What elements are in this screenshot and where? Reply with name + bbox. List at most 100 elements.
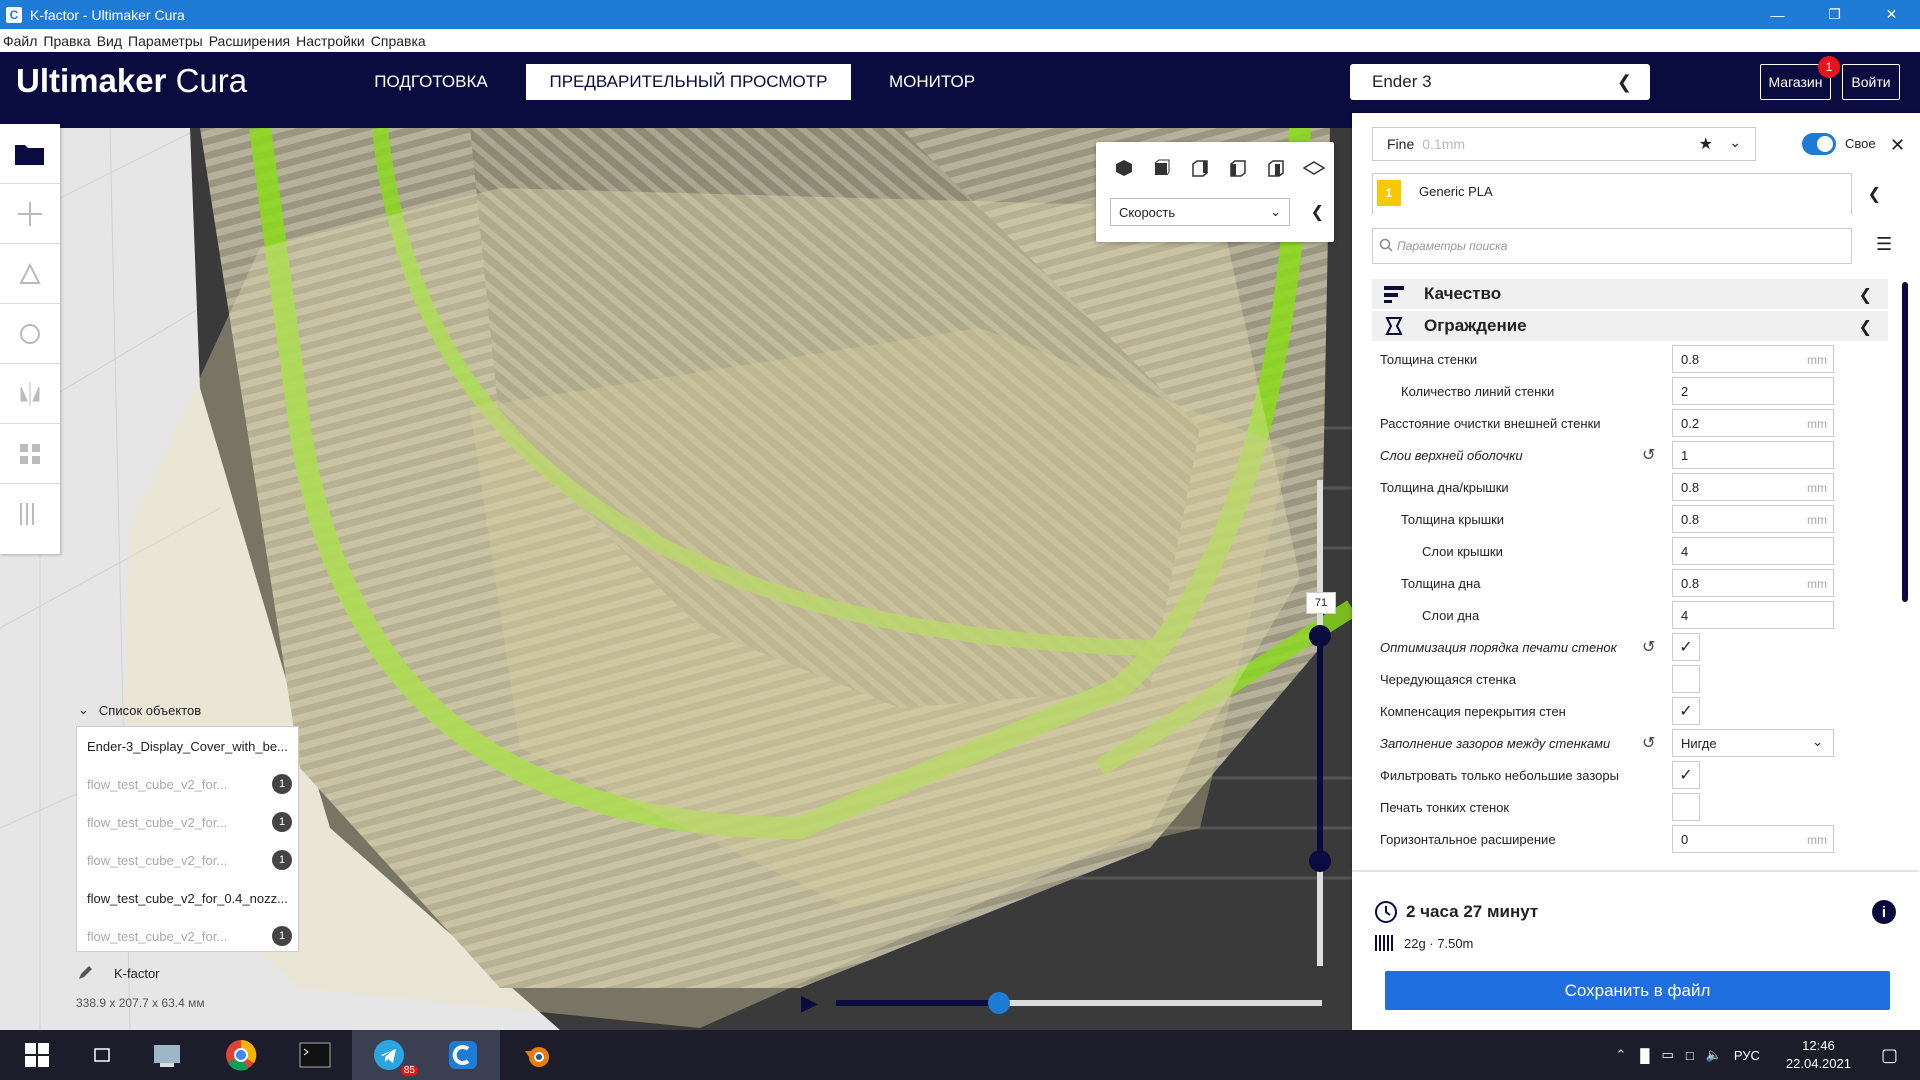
top-skin-layers-input[interactable]: 1 bbox=[1672, 441, 1834, 469]
outer-wall-wipe-input[interactable]: 0.2 mm bbox=[1672, 409, 1834, 437]
chevron-up-icon[interactable]: ⌃ bbox=[1615, 1047, 1626, 1063]
printer-selector[interactable]: Ender 3 ❮ bbox=[1350, 64, 1650, 100]
top-thickness-input[interactable]: 0.8 mm bbox=[1672, 505, 1834, 533]
tab-preview[interactable]: ПРЕДВАРИТЕЛЬНЫЙ ПРОСМОТР bbox=[526, 64, 851, 100]
menu-edit[interactable]: Правка bbox=[40, 33, 93, 49]
save-to-file-button[interactable]: Сохранить в файл bbox=[1385, 971, 1890, 1010]
mirror-tool-button[interactable] bbox=[0, 364, 60, 424]
view-3d-button[interactable] bbox=[1112, 158, 1136, 178]
wall-thickness-input[interactable]: 0.8 mm bbox=[1672, 345, 1834, 373]
fill-gaps-dropdown[interactable]: Нигде ⌄ bbox=[1672, 729, 1834, 757]
path-slider[interactable] bbox=[836, 992, 1322, 1014]
language-indicator[interactable]: РУС bbox=[1734, 1048, 1760, 1063]
close-panel-icon[interactable]: ✕ bbox=[1890, 135, 1905, 156]
menu-settings[interactable]: Параметры bbox=[125, 33, 206, 49]
layer-number-input[interactable]: 71 bbox=[1306, 592, 1336, 614]
list-item[interactable]: flow_test_cube_v2_for... 1 bbox=[77, 917, 298, 955]
layer-slider[interactable] bbox=[1309, 480, 1331, 966]
extruder-badge: 1 bbox=[272, 812, 292, 832]
start-button[interactable] bbox=[0, 1030, 74, 1080]
reset-icon[interactable]: ↺ bbox=[1642, 733, 1655, 753]
maximize-button[interactable]: ❐ bbox=[1806, 0, 1863, 29]
optimize-wall-order-checkbox[interactable]: ✓ bbox=[1672, 633, 1700, 661]
job-name[interactable]: K-factor bbox=[76, 964, 160, 982]
alternate-wall-checkbox[interactable] bbox=[1672, 665, 1700, 693]
play-icon[interactable]: ▶ bbox=[801, 990, 818, 1016]
sign-in-button[interactable]: Войти bbox=[1842, 64, 1900, 100]
hamburger-menu-icon[interactable]: ☰ bbox=[1876, 234, 1892, 255]
filter-small-gaps-checkbox[interactable]: ✓ bbox=[1672, 761, 1700, 789]
view-top-button[interactable] bbox=[1188, 158, 1212, 178]
move-tool-button[interactable] bbox=[0, 184, 60, 244]
telegram-badge: 85 bbox=[400, 1065, 418, 1076]
network-icon[interactable]: █ bbox=[1640, 1048, 1649, 1063]
clock[interactable]: 12:46 22.04.2021 bbox=[1786, 1037, 1851, 1073]
collapse-view-panel-button[interactable]: ❮ bbox=[1311, 202, 1324, 222]
bottom-thickness-input[interactable]: 0.8 mm bbox=[1672, 569, 1834, 597]
settings-search-input[interactable]: Параметры поиска bbox=[1372, 228, 1852, 264]
list-item[interactable]: flow_test_cube_v2_for_0.4_nozz... bbox=[77, 879, 298, 917]
support-blocker-button[interactable] bbox=[0, 484, 60, 544]
info-icon[interactable]: i bbox=[1872, 900, 1896, 924]
rotate-tool-button[interactable] bbox=[0, 304, 60, 364]
material-tab[interactable]: 1 Generic PLA ❮ bbox=[1372, 173, 1881, 215]
scale-tool-button[interactable] bbox=[0, 244, 60, 304]
per-model-settings-button[interactable] bbox=[0, 424, 60, 484]
task-view-button[interactable] bbox=[74, 1030, 130, 1080]
taskbar-app-blender[interactable] bbox=[500, 1030, 574, 1080]
list-item[interactable]: flow_test_cube_v2_for... 1 bbox=[77, 841, 298, 879]
view-layer-button[interactable] bbox=[1302, 158, 1326, 178]
view-front-button[interactable] bbox=[1150, 158, 1174, 178]
menu-extensions[interactable]: Расширения bbox=[206, 33, 293, 49]
taskbar-app-telegram[interactable]: 85 bbox=[352, 1030, 426, 1080]
taskbar-app-terminal[interactable] bbox=[278, 1030, 352, 1080]
chevron-left-icon[interactable]: ❮ bbox=[1868, 184, 1881, 204]
reset-icon[interactable]: ↺ bbox=[1642, 637, 1655, 657]
horizontal-expansion-input[interactable]: 0 mm bbox=[1672, 825, 1834, 853]
reset-icon[interactable]: ↺ bbox=[1642, 445, 1655, 465]
job-name-text: K-factor bbox=[114, 965, 160, 981]
top-bottom-thickness-input[interactable]: 0.8 mm bbox=[1672, 473, 1834, 501]
path-slider-handle[interactable] bbox=[988, 992, 1010, 1014]
custom-mode-toggle[interactable] bbox=[1802, 133, 1836, 155]
system-tray: ⌃ █ ▭ □ 🔈 РУС 12:46 22.04.2021 ▢ bbox=[1615, 1030, 1920, 1080]
volume-icon[interactable]: 🔈 bbox=[1706, 1047, 1722, 1063]
bottom-layers-input[interactable]: 4 bbox=[1672, 601, 1834, 629]
object-list-header[interactable]: ⌄ Список объектов bbox=[78, 702, 201, 718]
profile-selector[interactable]: Fine 0.1mm ★ ⌄ bbox=[1372, 127, 1756, 161]
tab-prepare[interactable]: ПОДГОТОВКА bbox=[368, 64, 494, 100]
menu-view[interactable]: Вид bbox=[94, 33, 125, 49]
settings-scrollbar[interactable] bbox=[1902, 282, 1908, 602]
minimize-button[interactable]: — bbox=[1749, 0, 1806, 29]
tab-monitor[interactable]: МОНИТОР bbox=[880, 64, 984, 100]
category-shell[interactable]: Ограждение ❮ bbox=[1372, 311, 1888, 341]
color-scheme-dropdown[interactable]: Скорость ⌄ bbox=[1110, 198, 1290, 226]
taskbar-app-chrome[interactable] bbox=[204, 1030, 278, 1080]
menu-preferences[interactable]: Настройки bbox=[293, 33, 368, 49]
compensate-overlap-checkbox[interactable]: ✓ bbox=[1672, 697, 1700, 725]
extruder-badge: 1 bbox=[272, 774, 292, 794]
display-icon[interactable]: □ bbox=[1686, 1048, 1694, 1063]
menu-help[interactable]: Справка bbox=[368, 33, 429, 49]
thin-walls-checkbox[interactable] bbox=[1672, 793, 1700, 821]
cura-app-icon: C bbox=[6, 6, 22, 23]
list-item[interactable]: Ender-3_Display_Cover_with_be... bbox=[77, 727, 298, 765]
top-layers-input[interactable]: 4 bbox=[1672, 537, 1834, 565]
star-icon[interactable]: ★ bbox=[1699, 134, 1713, 154]
view-right-button[interactable] bbox=[1264, 158, 1288, 178]
open-file-button[interactable] bbox=[0, 124, 60, 184]
list-item[interactable]: flow_test_cube_v2_for... 1 bbox=[77, 765, 298, 803]
taskbar-app-explorer[interactable] bbox=[130, 1030, 204, 1080]
list-item[interactable]: flow_test_cube_v2_for... 1 bbox=[77, 803, 298, 841]
taskbar-app-cura[interactable] bbox=[426, 1030, 500, 1080]
notification-icon[interactable]: ▢ bbox=[1881, 1045, 1898, 1066]
chevron-down-icon: ⌄ bbox=[1270, 204, 1281, 219]
category-quality[interactable]: Качество ❮ bbox=[1372, 279, 1888, 309]
lower-layer-handle[interactable] bbox=[1309, 850, 1331, 872]
upper-layer-handle[interactable] bbox=[1309, 625, 1331, 647]
wall-line-count-input[interactable]: 2 bbox=[1672, 377, 1834, 405]
menu-file[interactable]: Файл bbox=[0, 33, 40, 49]
battery-icon[interactable]: ▭ bbox=[1662, 1047, 1674, 1063]
close-button[interactable]: ✕ bbox=[1863, 0, 1920, 29]
view-left-button[interactable] bbox=[1226, 158, 1250, 178]
